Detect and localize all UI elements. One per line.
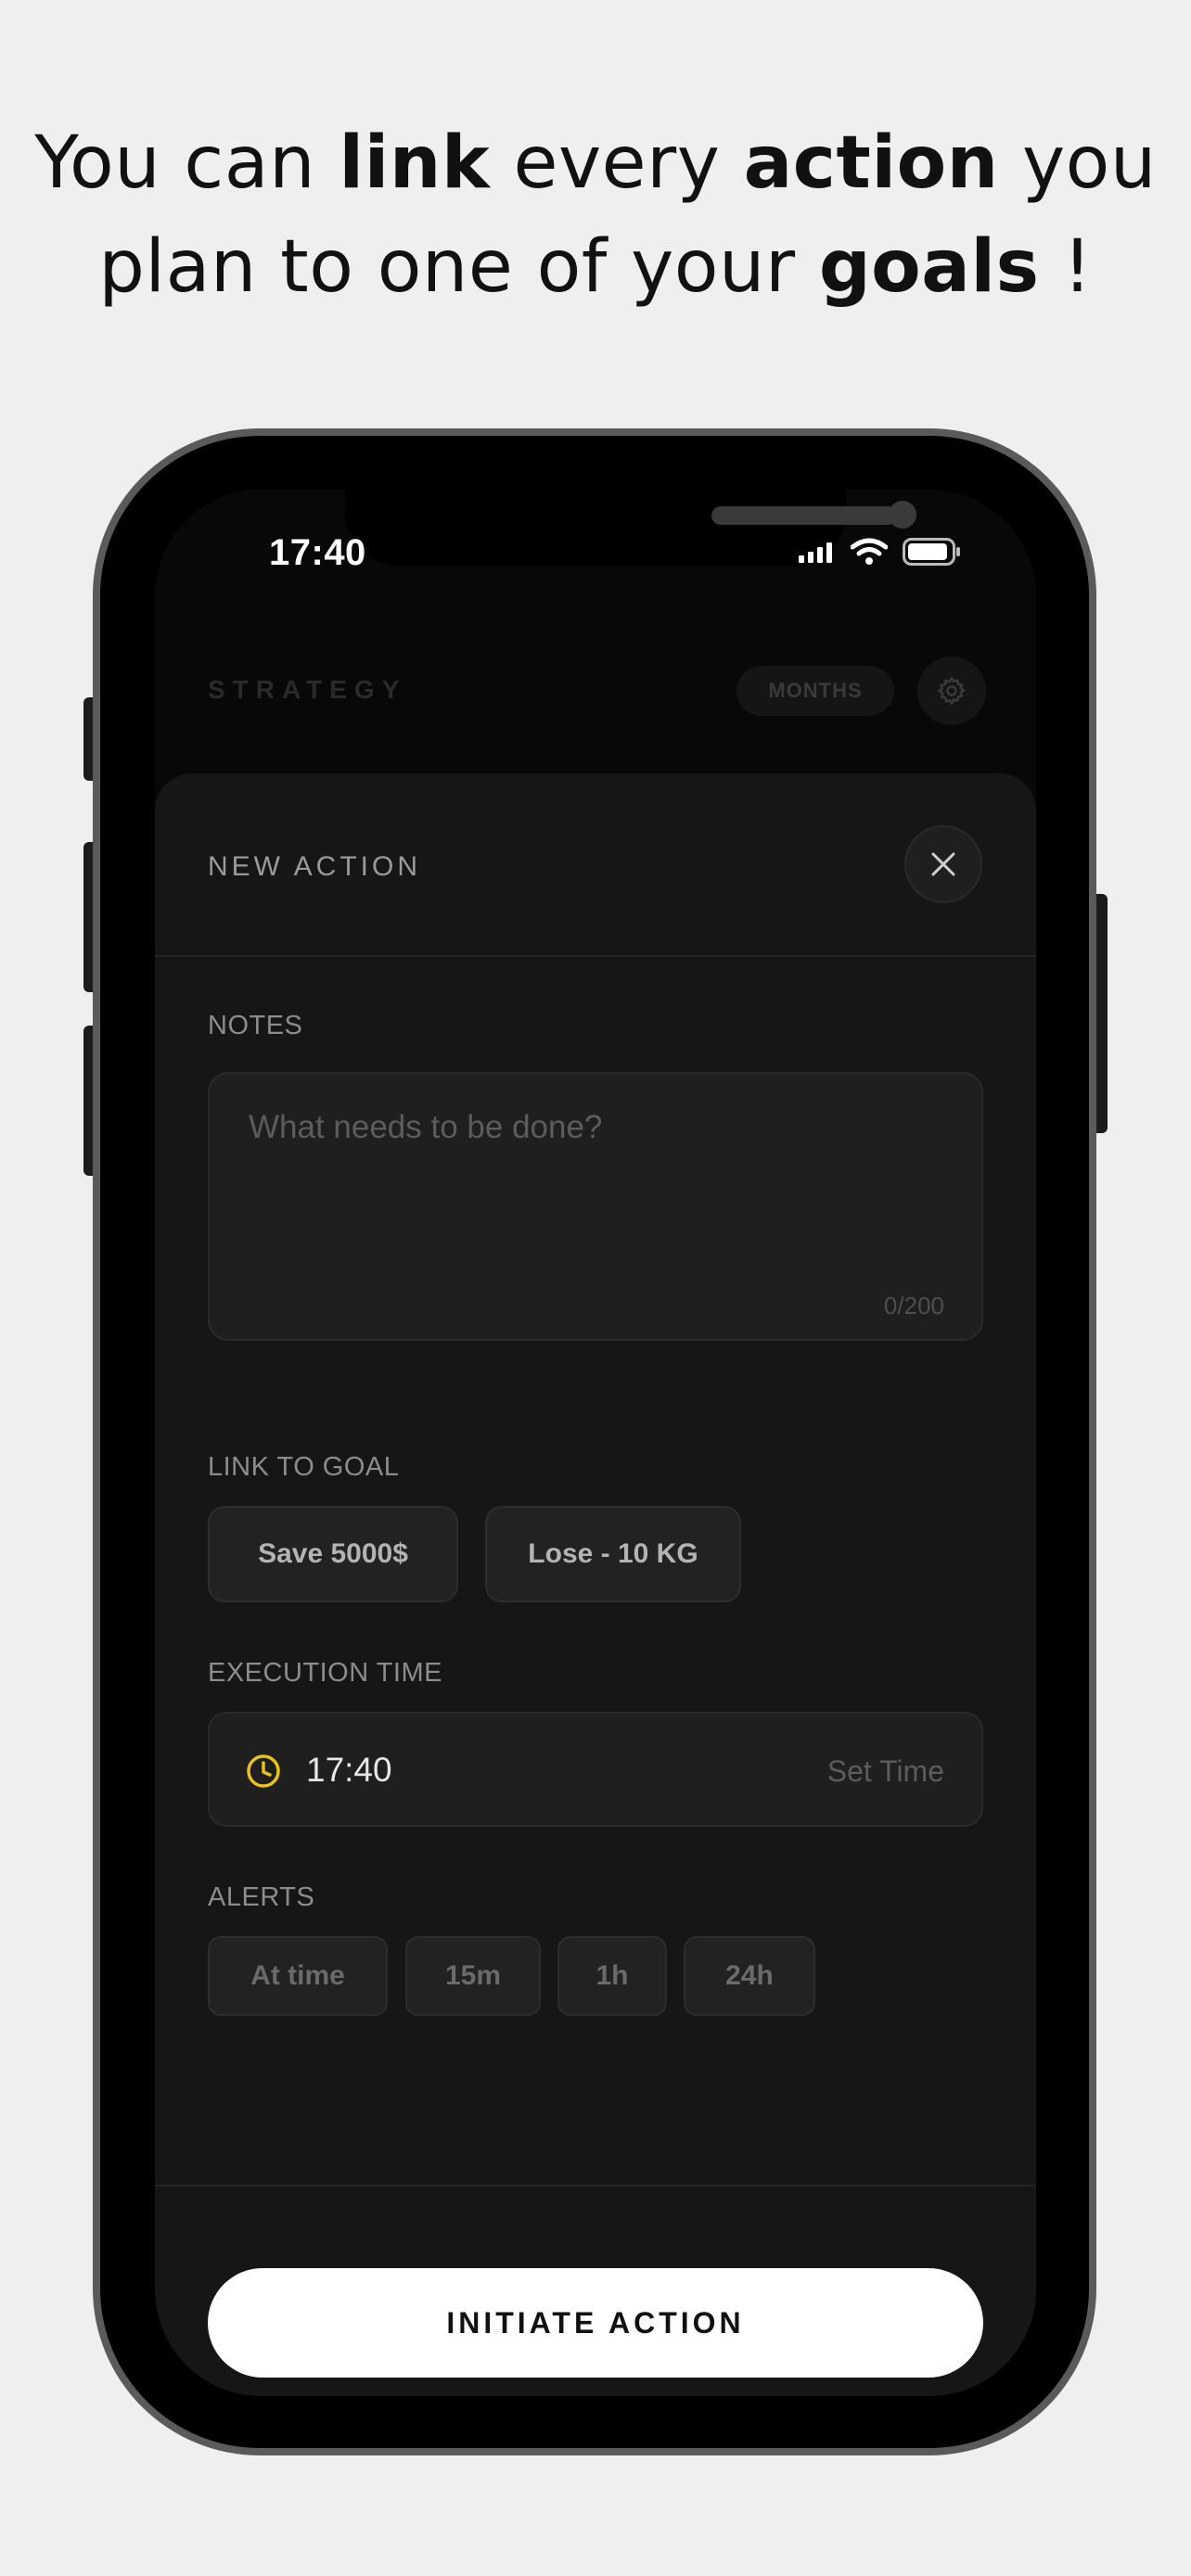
headline-bold-goals: goals <box>818 225 1040 309</box>
new-action-sheet: NEW ACTION NOTES 0/200 LINK TO GOAL Save… <box>155 773 1036 2396</box>
close-icon <box>931 852 955 876</box>
headline-text-1: You can <box>34 121 339 205</box>
set-time-button[interactable]: Set Time <box>827 1754 944 1789</box>
phone-screen: 17:40 STRATEGY MONTHS NEW ACTION NOTES W… <box>155 490 1036 2396</box>
alerts-label: ALERTS <box>208 1882 315 1912</box>
notes-label: NOTES <box>208 1011 303 1040</box>
status-icons <box>799 538 962 566</box>
wifi-icon <box>851 538 888 565</box>
sheet-title: NEW ACTION <box>208 851 422 882</box>
battery-icon <box>903 538 960 566</box>
execution-time-row[interactable]: 17:40 Set Time <box>208 1712 983 1827</box>
execution-time-heading: EXECUTION TIME <box>208 1658 442 1688</box>
months-toggle[interactable]: MONTHS <box>736 666 894 716</box>
header-divider <box>155 955 1036 957</box>
headline-bold-link: link <box>339 121 491 205</box>
status-time: 17:40 <box>269 532 366 573</box>
headline-text-2: every <box>490 121 744 205</box>
alert-chip-15m[interactable]: 15m <box>405 1936 541 2016</box>
front-camera <box>889 501 916 529</box>
close-button[interactable] <box>904 825 982 903</box>
speaker-grille <box>711 506 897 525</box>
headline-text-4: ! <box>1039 225 1093 309</box>
initiate-action-button[interactable]: INITIATE ACTION <box>208 2268 983 2378</box>
cellular-signal-icon <box>799 542 832 563</box>
notes-field: 0/200 <box>208 1072 983 1341</box>
notch <box>345 490 916 566</box>
goal-chip-save[interactable]: Save 5000$ <box>208 1506 458 1602</box>
app-title: STRATEGY <box>208 675 407 704</box>
settings-button[interactable] <box>917 657 986 725</box>
goal-chip-lose[interactable]: Lose - 10 KG <box>485 1506 741 1602</box>
app-header: STRATEGY MONTHS <box>208 657 987 731</box>
marketing-headline: You can link every action you plan to on… <box>0 111 1191 319</box>
footer-divider <box>155 2185 1036 2187</box>
alert-chip-1h[interactable]: 1h <box>557 1936 667 2016</box>
execution-time-value: 17:40 <box>306 1751 392 1789</box>
alert-chip-24h[interactable]: 24h <box>684 1936 815 2016</box>
clock-icon <box>247 1754 280 1788</box>
notes-char-counter: 0/200 <box>883 1292 944 1320</box>
link-goal-label: LINK TO GOAL <box>208 1452 400 1482</box>
headline-bold-action: action <box>743 121 999 205</box>
notes-input[interactable] <box>247 1107 937 1278</box>
gear-icon <box>937 676 967 706</box>
alert-chip-at-time[interactable]: At time <box>208 1936 388 2016</box>
